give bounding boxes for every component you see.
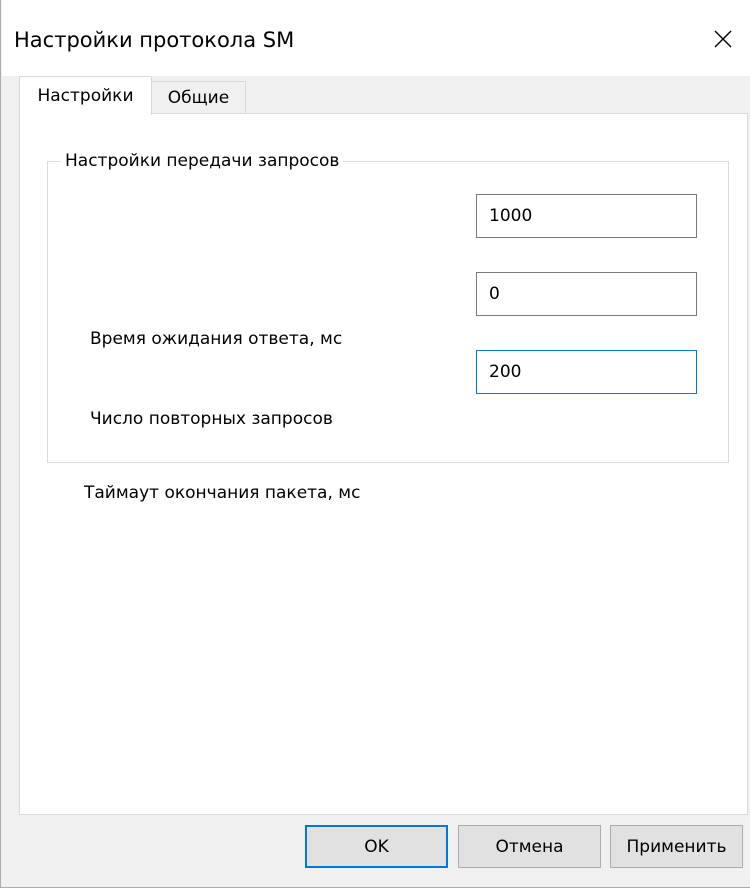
response-timeout-input[interactable] bbox=[476, 194, 697, 238]
close-icon bbox=[714, 30, 732, 48]
tab-settings[interactable]: Настройки bbox=[19, 76, 152, 115]
apply-button[interactable]: Применить bbox=[610, 825, 743, 868]
packet-end-timeout-label: Таймаут окончания пакета, мс bbox=[84, 483, 361, 503]
response-timeout-label: Время ожидания ответа, мс bbox=[90, 329, 343, 349]
title-bar: Настройки протокола SM bbox=[2, 0, 750, 76]
cancel-button[interactable]: Отмена bbox=[458, 825, 601, 868]
tab-strip: Настройки Общие bbox=[1, 76, 750, 115]
retry-count-input[interactable] bbox=[476, 272, 697, 316]
group-title: Настройки передачи запросов bbox=[61, 150, 344, 172]
retry-count-label: Число повторных запросов bbox=[90, 409, 333, 429]
window-title: Настройки протокола SM bbox=[14, 28, 295, 52]
ok-button[interactable]: OK bbox=[305, 825, 448, 868]
settings-dialog: Настройки протокола SM Настройки Общие Н… bbox=[0, 0, 750, 888]
close-button[interactable] bbox=[696, 14, 750, 64]
packet-end-timeout-input[interactable] bbox=[476, 350, 697, 394]
tab-panel-settings: Настройки передачи запросов Время ожидан… bbox=[19, 113, 748, 815]
tab-general[interactable]: Общие bbox=[152, 81, 246, 114]
